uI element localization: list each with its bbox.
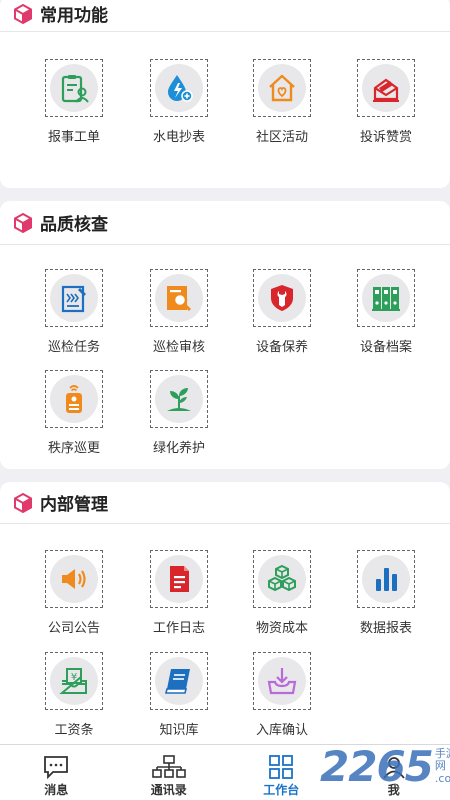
tile-equipment-archive[interactable]: 设备档案 (334, 269, 438, 369)
salary-tray-icon: ¥ (59, 668, 87, 694)
clipboard-person-icon (61, 75, 89, 103)
tile-label: 巡检审核 (152, 340, 205, 355)
tile-complaint-praise[interactable]: 投诉赞赏 (334, 59, 438, 159)
chat-icon (44, 756, 69, 779)
tile-patrol-task[interactable]: 巡检任务 (22, 269, 126, 369)
watermark-logo: 2265 (320, 742, 434, 791)
envelope-icon (373, 78, 399, 102)
tile-patrol-review[interactable]: 巡检审核 (127, 269, 231, 369)
section-title: 常用功能 (40, 6, 108, 26)
book-icon (164, 669, 190, 694)
bar-chart-icon (376, 568, 397, 591)
speaker-icon (62, 569, 86, 589)
section-header: 品质核查 (0, 201, 450, 245)
tile-label: 公司公告 (47, 621, 100, 636)
tile-label: 巡检任务 (47, 340, 100, 355)
grid-icon (269, 755, 294, 779)
watermark-side-line1: 手游网 (434, 747, 450, 773)
section-title: 品质核查 (40, 215, 108, 235)
tile-inbound-confirm[interactable]: 入库确认 (230, 652, 334, 752)
tab-contacts[interactable]: 通讯录 (113, 745, 226, 800)
cubes-icon (268, 564, 296, 592)
section-common-functions: 常用功能 报事工单 水电抄表 社区活动 投诉赞赏 (0, 0, 450, 188)
house-heart-icon (269, 74, 295, 102)
search-document-icon (167, 286, 192, 312)
cube-icon (12, 492, 34, 514)
tile-label: 工作日志 (152, 621, 205, 636)
tile-equipment-maintenance[interactable]: 设备保养 (230, 269, 334, 369)
watermark-side: 手游网 .com (435, 748, 450, 784)
tab-label: 消息 (44, 783, 69, 797)
tile-material-cost[interactable]: 物资成本 (230, 550, 334, 650)
wrench-shield-icon (271, 285, 293, 311)
watermark-side-line2: .com (434, 771, 450, 785)
tile-label: 秩序巡更 (47, 441, 100, 456)
tile-label: 投诉赞赏 (359, 130, 412, 145)
tile-knowledge-base[interactable]: 知识库 (127, 652, 231, 752)
tile-label: 水电抄表 (152, 130, 205, 145)
tile-meter-reading[interactable]: 水电抄表 (127, 59, 231, 159)
section-header: 常用功能 (0, 0, 450, 32)
tile-label: 报事工单 (47, 130, 100, 145)
tile-label: 入库确认 (255, 723, 308, 738)
tab-label: 工作台 (263, 783, 300, 797)
org-chart-icon (151, 755, 186, 778)
tile-label: 物资成本 (255, 621, 308, 636)
tile-data-report[interactable]: 数据报表 (334, 550, 438, 650)
tile-community-activity[interactable]: 社区活动 (230, 59, 334, 159)
section-header: 内部管理 (0, 482, 450, 524)
patrol-device-icon (66, 385, 82, 413)
tile-order-patrol[interactable]: 秩序巡更 (22, 370, 126, 470)
section-quality-check: 品质核查 巡检任务 巡检审核 设备保养 设备档案 秩序巡更 绿化养护 (0, 201, 450, 469)
tab-label: 通讯录 (150, 783, 187, 797)
tile-label: 设备档案 (359, 340, 412, 355)
document-icon (170, 566, 189, 592)
tile-label: 工资条 (54, 723, 94, 738)
tile-label: 设备保养 (255, 340, 308, 355)
patrol-task-icon (61, 285, 86, 313)
inbox-download-icon (267, 668, 297, 695)
tile-payslip[interactable]: ¥ 工资条 (22, 652, 126, 752)
binders-icon (372, 287, 400, 311)
tile-label: 数据报表 (359, 621, 412, 636)
tile-label: 知识库 (159, 723, 199, 738)
tile-greening-maintenance[interactable]: 绿化养护 (127, 370, 231, 470)
section-title: 内部管理 (40, 495, 108, 515)
tile-work-log[interactable]: 工作日志 (127, 550, 231, 650)
tab-messages[interactable]: 消息 (0, 745, 113, 800)
section-internal-management: 内部管理 公司公告 工作日志 物资成本 数据报表 ¥ 工资条 知识库 入库确认 (0, 482, 450, 744)
site-watermark: 2265 手游网 .com (320, 742, 450, 791)
cube-icon (12, 212, 34, 234)
tile-label: 社区活动 (255, 130, 308, 145)
tile-report-work-order[interactable]: 报事工单 (22, 59, 126, 159)
cube-icon (12, 3, 34, 25)
plant-sprout-icon (167, 388, 191, 411)
water-drop-electric-icon (168, 75, 193, 102)
tile-label: 绿化养护 (152, 441, 205, 456)
tile-company-announcement[interactable]: 公司公告 (22, 550, 126, 650)
